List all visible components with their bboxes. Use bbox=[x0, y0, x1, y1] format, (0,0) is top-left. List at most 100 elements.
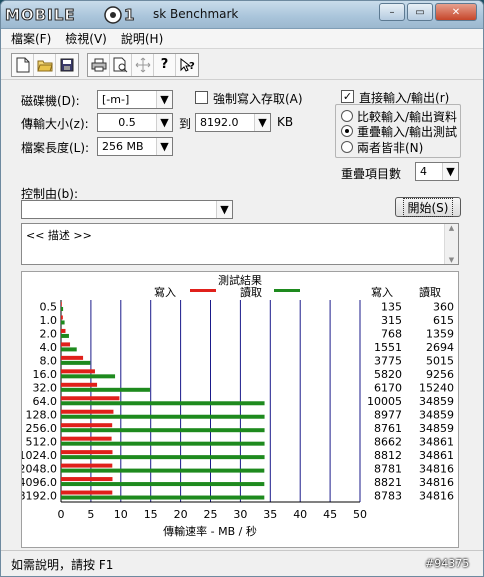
menu-file[interactable]: 檔案(F) bbox=[11, 30, 51, 47]
radio-overlapped-label: 重疊輸入/輸出測試 bbox=[357, 125, 458, 139]
bar-read bbox=[61, 360, 91, 365]
table-write-value: 315 bbox=[381, 314, 402, 327]
bar-read bbox=[61, 414, 265, 419]
y-tick-label: 256.0 bbox=[26, 422, 58, 435]
file-length-value: 256 MB bbox=[102, 140, 144, 153]
status-bar: 如需說明，請按 F1 #94375 bbox=[1, 550, 483, 576]
save-button[interactable] bbox=[56, 54, 78, 76]
minimize-button[interactable]: – bbox=[379, 3, 405, 21]
table-read-value: 1359 bbox=[426, 328, 454, 341]
print-icon bbox=[91, 58, 106, 71]
table-write-value: 8977 bbox=[374, 408, 402, 421]
title-bar[interactable]: MOBILE 1 sk Benchmark – ▭ ✕ bbox=[1, 1, 483, 29]
results-chart: 測試結果寫入 讀取 寫入 讀取 0 5 10 15 20 25 30 35 40 45 50 傳輸速率 - M… bbox=[22, 273, 454, 538]
table-write-value: 8783 bbox=[374, 489, 402, 502]
y-tick-label: 8192.0 bbox=[22, 489, 57, 502]
x-tick-label: 30 bbox=[233, 508, 247, 521]
chart-title: 測試結果 bbox=[218, 273, 262, 287]
bar-read bbox=[61, 307, 64, 311]
bar-write bbox=[61, 409, 114, 414]
y-tick-label: 16.0 bbox=[33, 368, 58, 381]
new-button[interactable] bbox=[12, 53, 34, 76]
menu-help[interactable]: 說明(H) bbox=[121, 30, 163, 47]
toolbar: ? ? bbox=[1, 50, 483, 80]
bar-write bbox=[61, 355, 84, 360]
svg-text:?: ? bbox=[189, 61, 195, 72]
radio-compare[interactable] bbox=[341, 110, 353, 122]
bar-write bbox=[61, 396, 120, 401]
menu-view[interactable]: 檢視(V) bbox=[65, 30, 107, 47]
controlled-by-select[interactable]: ▼ bbox=[21, 200, 233, 219]
print-preview-icon bbox=[113, 57, 127, 72]
y-tick-label: 8.0 bbox=[40, 355, 58, 368]
x-tick-label: 15 bbox=[144, 508, 158, 521]
table-read-value: 34859 bbox=[419, 395, 454, 408]
drive-select[interactable]: [-m-] ▼ bbox=[97, 90, 173, 109]
bar-read bbox=[61, 455, 265, 460]
x-tick-label: 10 bbox=[114, 508, 128, 521]
transfer-size-label: 傳輸大小(z): bbox=[21, 117, 89, 131]
table-read-value: 9256 bbox=[426, 368, 454, 381]
table-write-value: 8781 bbox=[374, 462, 402, 475]
x-tick-label: 25 bbox=[204, 508, 218, 521]
bar-write bbox=[61, 302, 62, 306]
x-tick-label: 40 bbox=[293, 508, 307, 521]
y-tick-label: 64.0 bbox=[33, 395, 58, 408]
chevron-down-icon: ▼ bbox=[156, 91, 172, 108]
file-length-select[interactable]: 256 MB ▼ bbox=[97, 137, 173, 156]
legend-write-label: 寫入 bbox=[154, 285, 176, 299]
bar-write bbox=[61, 490, 113, 495]
table-write-value: 8812 bbox=[374, 449, 402, 462]
table-read-value: 34859 bbox=[419, 408, 454, 421]
checkmark-icon: ✓ bbox=[342, 90, 353, 103]
description-box[interactable]: << 描述 >> ▲ ▼ bbox=[21, 223, 459, 265]
direct-io-checkbox[interactable]: ✓ bbox=[341, 90, 354, 103]
y-tick-label: 0.5 bbox=[40, 301, 58, 314]
queue-depth-label: 重疊項目數 bbox=[341, 167, 402, 181]
table-read-value: 34816 bbox=[419, 476, 454, 489]
radio-overlapped[interactable] bbox=[341, 125, 353, 137]
bar-write bbox=[61, 450, 113, 455]
force-write-checkbox[interactable] bbox=[195, 91, 208, 104]
description-scrollbar[interactable]: ▲ ▼ bbox=[444, 224, 458, 264]
description-text: << 描述 >> bbox=[26, 229, 92, 242]
new-file-icon bbox=[16, 57, 29, 72]
bar-write bbox=[61, 315, 63, 320]
start-button[interactable]: 開始(S) bbox=[395, 197, 461, 217]
table-read-value: 34859 bbox=[419, 422, 454, 435]
window-title: sk Benchmark bbox=[153, 7, 239, 21]
table-write-value: 1551 bbox=[374, 341, 402, 354]
close-button[interactable]: ✕ bbox=[435, 3, 477, 21]
transfer-to-select[interactable]: 8192.0 ▼ bbox=[195, 113, 271, 132]
transfer-to-value: 8192.0 bbox=[200, 116, 239, 129]
table-write-value: 8821 bbox=[374, 476, 402, 489]
queue-depth-select[interactable]: 4 ▼ bbox=[415, 162, 459, 181]
print-button[interactable] bbox=[88, 53, 110, 76]
drive-label: 磁碟機(D): bbox=[21, 94, 80, 108]
radio-neither-label: 兩者皆非(N) bbox=[357, 141, 424, 155]
table-read-value: 34861 bbox=[419, 435, 454, 448]
help-button[interactable]: ? bbox=[154, 53, 176, 76]
x-tick-label: 50 bbox=[353, 508, 367, 521]
legend-read-label: 讀取 bbox=[240, 285, 262, 299]
y-tick-label: 1.0 bbox=[40, 314, 58, 327]
move-button[interactable] bbox=[132, 53, 154, 76]
context-help-button[interactable]: ? bbox=[176, 54, 198, 76]
minimize-icon: – bbox=[389, 6, 395, 18]
results-panel: 測試結果 寫入 讀取 寫入 讀取 0 5 10 15 20 25 30 35 40 45 50 傳輸速率 - M… bbox=[21, 271, 459, 548]
print-preview-button[interactable] bbox=[110, 53, 132, 76]
x-tick-label: 20 bbox=[174, 508, 188, 521]
transfer-from-select[interactable]: 0.5 ▼ bbox=[97, 113, 173, 132]
caption-buttons: – ▭ ✕ bbox=[379, 3, 477, 21]
radio-neither[interactable] bbox=[341, 141, 353, 153]
bar-write bbox=[61, 436, 112, 441]
legend-read-swatch bbox=[274, 289, 300, 292]
chevron-down-icon: ▼ bbox=[156, 138, 172, 155]
maximize-button[interactable]: ▭ bbox=[407, 3, 433, 21]
bar-read bbox=[61, 482, 265, 487]
svg-text:1: 1 bbox=[124, 6, 134, 24]
open-button[interactable] bbox=[34, 53, 56, 76]
benchmark-window: MOBILE 1 sk Benchmark – ▭ ✕ 檔案(F) 檢視(V) … bbox=[0, 0, 484, 577]
table-read-value: 15240 bbox=[419, 382, 454, 395]
chevron-down-icon: ▼ bbox=[156, 114, 172, 131]
